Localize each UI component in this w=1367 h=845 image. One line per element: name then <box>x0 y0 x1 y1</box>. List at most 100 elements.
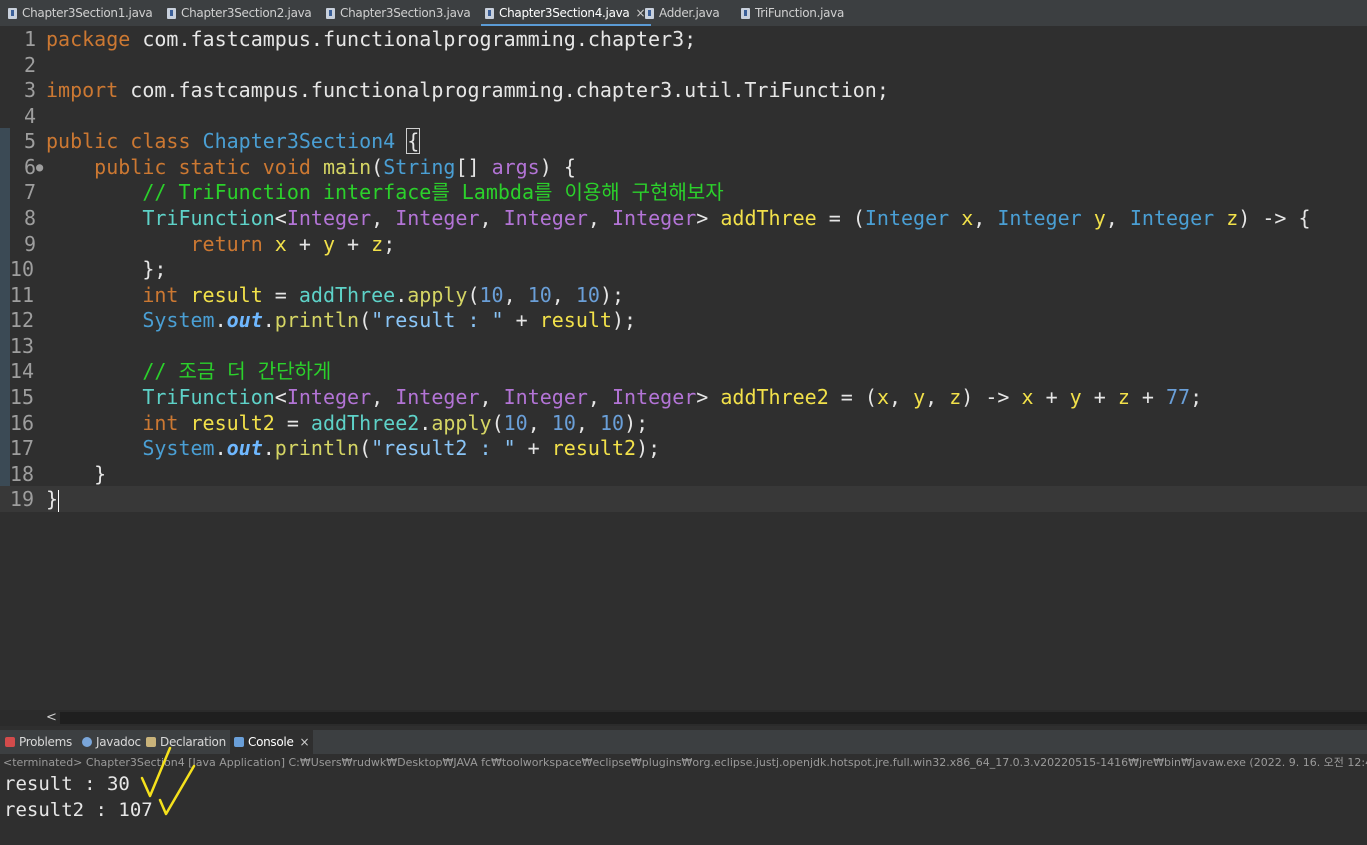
static-field: out <box>226 308 263 332</box>
type-name: String <box>383 155 456 179</box>
number: 10 <box>575 283 600 307</box>
comment: // 조금 더 간단하게 <box>142 359 332 383</box>
console-icon <box>234 737 244 747</box>
operator: = <box>262 283 299 307</box>
line-number: 11 <box>9 283 34 307</box>
line-number: 6 <box>23 155 36 179</box>
line-number: 9 <box>23 232 36 256</box>
number: 10 <box>527 283 552 307</box>
punct: ); <box>636 436 661 460</box>
tab-label: Chapter3Section2.java <box>181 6 312 20</box>
code-line[interactable]: 6 ● public static void main(String[] args… <box>0 154 1367 180</box>
operator: = <box>274 411 311 435</box>
code-line[interactable]: 13 <box>0 333 1367 359</box>
variable: y <box>322 232 336 256</box>
code-line[interactable]: 16 int result2 = addThree2.apply(10, 10,… <box>0 410 1367 436</box>
punct: }; <box>142 257 167 281</box>
variable: x <box>274 232 287 256</box>
tab-chapter3section3[interactable]: Chapter3Section3.java <box>326 0 471 26</box>
code-line[interactable]: 5 public class Chapter3Section4 { <box>0 128 1367 154</box>
tab-problems[interactable]: Problems <box>5 730 72 754</box>
punct: ); <box>624 411 649 435</box>
param-name: x <box>876 385 889 409</box>
code-line[interactable]: 7 // TriFunction interface를 Lambda를 이용해 … <box>0 179 1367 205</box>
type-name: Integer <box>1129 206 1215 230</box>
punct: ( <box>359 436 372 460</box>
code-line[interactable]: 1 package com.fastcampus.functionalprogra… <box>0 26 1367 52</box>
method-name: apply <box>407 283 468 307</box>
punct: ( <box>467 283 480 307</box>
punct: . <box>395 283 408 307</box>
keyword: public static void <box>94 155 311 179</box>
string-literal: "result2 : " <box>371 436 516 460</box>
keyword: int <box>142 283 179 307</box>
tab-label: Adder.java <box>659 6 720 20</box>
code-line[interactable]: 2 <box>0 52 1367 78</box>
punct: , <box>479 206 504 230</box>
punct: . <box>262 436 275 460</box>
code-line[interactable]: 15 TriFunction<Integer, Integer, Integer… <box>0 384 1367 410</box>
scrollbar-track[interactable] <box>60 712 1367 724</box>
code-line[interactable]: 9 return x + y + z; <box>0 231 1367 257</box>
class-name: System <box>142 436 215 460</box>
code-line[interactable]: 10 }; <box>0 256 1367 282</box>
punct: = ( <box>816 206 865 230</box>
code-line[interactable]: 18 } <box>0 461 1367 487</box>
type-name: Integer <box>997 206 1082 230</box>
line-number: 17 <box>9 436 34 460</box>
java-file-icon <box>326 7 335 19</box>
class-name: System <box>142 308 215 332</box>
tab-chapter3section1[interactable]: Chapter3Section1.java <box>8 0 153 26</box>
punct: , <box>575 411 600 435</box>
tab-console[interactable]: Console × <box>230 730 314 754</box>
tab-label: Console <box>248 735 294 749</box>
type-name: TriFunction <box>142 206 275 230</box>
code-line[interactable]: 4 <box>0 103 1367 129</box>
tab-chapter3section4[interactable]: Chapter3Section4.java × <box>481 0 652 26</box>
type-arg: Integer <box>503 385 588 409</box>
console-line: result : 30 <box>4 773 130 795</box>
java-file-icon <box>485 7 494 19</box>
punct: ); <box>611 308 637 332</box>
tab-chapter3section2[interactable]: Chapter3Section2.java <box>167 0 312 26</box>
tab-label: Chapter3Section1.java <box>22 6 153 20</box>
horizontal-scrollbar[interactable]: < <box>0 710 1367 726</box>
param-name: args <box>491 155 540 179</box>
close-icon[interactable]: × <box>300 735 310 749</box>
tab-trifunction[interactable]: TriFunction.java <box>741 0 844 26</box>
punct: ); <box>599 283 625 307</box>
code-line[interactable]: 12 System.out.println("result : " + resu… <box>0 307 1367 333</box>
variable: addThree <box>298 283 396 307</box>
variable: result2 <box>551 436 637 460</box>
tab-adder[interactable]: Adder.java <box>645 0 720 26</box>
code-editor[interactable]: 1 package com.fastcampus.functionalprogra… <box>0 26 1367 710</box>
code-line[interactable]: 17 System.out.println("result2 : " + res… <box>0 435 1367 461</box>
operator: + <box>1033 385 1070 409</box>
operator: + <box>286 232 323 256</box>
type-arg: Integer <box>612 385 697 409</box>
text-caret <box>58 489 60 512</box>
punct: [] <box>455 155 492 179</box>
operator: + <box>335 232 372 256</box>
punct: } <box>94 462 107 486</box>
code-line[interactable]: 3 import com.fastcampus.functionalprogram… <box>0 77 1367 103</box>
line-number: 18 <box>9 462 34 486</box>
operator: ) -> <box>961 385 1022 409</box>
number: 10 <box>479 283 504 307</box>
current-code-line[interactable]: 19} <box>0 486 1367 512</box>
punct: < <box>274 385 287 409</box>
line-number: 15 <box>9 385 34 409</box>
line-number: 1 <box>23 27 36 51</box>
operator: + <box>1081 385 1118 409</box>
code-line[interactable]: 8 TriFunction<Integer, Integer, Integer,… <box>0 205 1367 231</box>
fold-marker-icon[interactable]: ● <box>36 154 43 180</box>
param-name: y <box>1093 206 1106 230</box>
checkmark-annotation-icon <box>140 746 196 816</box>
type-arg: Integer <box>286 206 372 230</box>
scroll-left-icon[interactable]: < <box>46 710 57 726</box>
param-name: x <box>961 206 974 230</box>
param-name: z <box>1226 206 1239 230</box>
code-line[interactable]: 14 // 조금 더 간단하게 <box>0 358 1367 384</box>
close-icon[interactable]: × <box>636 6 646 20</box>
code-line[interactable]: 11 int result = addThree.apply(10, 10, 1… <box>0 282 1367 308</box>
